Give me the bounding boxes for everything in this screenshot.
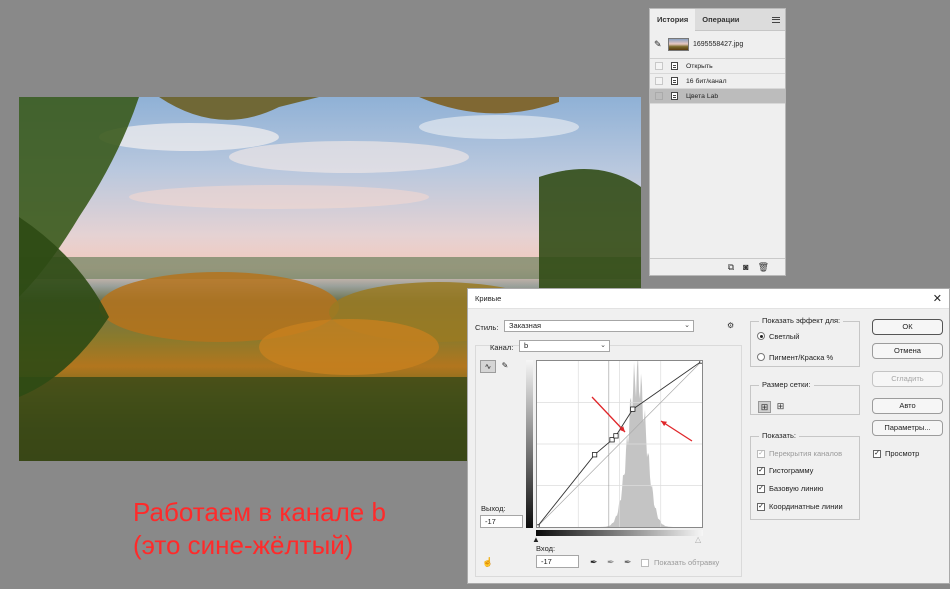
history-source-checkbox[interactable]	[655, 62, 663, 70]
style-value: Заказная	[509, 321, 542, 330]
channel-value: b	[524, 341, 529, 350]
preview-checkbox[interactable]: ✓	[873, 450, 881, 458]
curves-dialog: Кривые ✕ Стиль: Заказная ⌄ ⚙ Канал: b ⌄ …	[467, 288, 950, 584]
history-item-label: 16 бит/канал	[686, 77, 727, 85]
grid-lines	[536, 360, 703, 528]
pigment-radio[interactable]	[757, 353, 765, 361]
overlay-caption-line1: Работаем в канале b	[133, 497, 386, 527]
show-clipping-checkbox[interactable]	[641, 559, 649, 567]
style-label: Стиль:	[475, 323, 499, 332]
grid-fine-icon[interactable]: ⊞	[774, 401, 787, 413]
effect-group-title: Показать эффект для:	[759, 316, 844, 325]
curve-control-point	[699, 358, 705, 364]
input-label: Вход:	[536, 544, 556, 553]
chevron-down-icon: ⌄	[684, 322, 690, 329]
grid-size-title: Размер сетки:	[759, 380, 814, 389]
curve-svg[interactable]	[534, 355, 705, 530]
baseline-label: Базовую линию	[769, 484, 824, 493]
panel-menu-icon[interactable]	[772, 16, 780, 23]
history-item-label: Открыть	[686, 62, 713, 70]
history-item-16bit[interactable]: 16 бит/канал	[650, 74, 785, 89]
history-step-icon	[671, 92, 678, 100]
tab-actions[interactable]: Операции	[695, 9, 746, 31]
history-panel-footer: ⧉ ◙ 🗑	[650, 258, 785, 275]
gray-eyedropper-icon[interactable]: ✒	[607, 557, 615, 568]
history-item-open[interactable]: Открыть	[650, 59, 785, 74]
style-select[interactable]: Заказная ⌄	[504, 320, 694, 332]
black-point-slider-icon[interactable]: ▲	[532, 535, 540, 544]
white-eyedropper-icon[interactable]: ✒	[624, 557, 632, 568]
new-document-from-state-icon[interactable]: ⧉	[728, 262, 734, 273]
snapshot-thumbnail	[668, 38, 689, 51]
channel-select[interactable]: b ⌄	[519, 340, 610, 352]
pigment-radio-label: Пигмент/Краска %	[769, 353, 834, 362]
show-clipping-label: Показать обтравку	[654, 558, 720, 567]
input-gradient-bar	[536, 530, 703, 536]
intersection-lines-label: Координатные линии	[769, 502, 843, 511]
curve-control-point	[630, 406, 636, 412]
history-snapshot[interactable]: ✎ 1695558427.jpg	[650, 31, 785, 59]
dialog-title: Кривые	[475, 294, 502, 303]
histogram-label: Гистограмму	[769, 466, 814, 475]
on-image-adjust-hand-icon[interactable]: ☝	[482, 557, 493, 568]
smooth-button[interactable]: Сгладить	[872, 371, 943, 387]
chevron-down-icon: ⌄	[600, 342, 606, 349]
preview-label: Просмотр	[885, 449, 920, 458]
history-panel-tabs: История Операции	[650, 8, 785, 31]
history-panel: История Операции ✎ 1695558427.jpg Открыт…	[649, 8, 786, 276]
channel-label: Канал:	[490, 343, 514, 352]
curve-point-tool-icon[interactable]: ∿	[480, 360, 496, 373]
black-eyedropper-icon[interactable]: ✒	[590, 557, 598, 568]
channel-overlays-label: Перекрытия каналов	[769, 449, 843, 458]
channel-overlays-checkbox[interactable]: ✓	[757, 450, 765, 458]
history-item-lab-color[interactable]: Цвета Lab	[650, 89, 785, 104]
curve-control-point	[534, 524, 540, 530]
output-field[interactable]: -17	[480, 515, 523, 528]
pencil-icon[interactable]: ✎	[497, 360, 513, 373]
trash-icon[interactable]: 🗑	[758, 262, 769, 273]
camera-icon[interactable]: ◙	[743, 262, 748, 272]
snapshot-name: 1695558427.jpg	[693, 41, 744, 48]
cancel-button[interactable]: Отмена	[872, 343, 943, 359]
history-source-checkbox[interactable]	[655, 92, 663, 100]
intersection-lines-checkbox[interactable]: ✓	[757, 503, 765, 511]
dialog-titlebar[interactable]: Кривые ✕	[468, 289, 949, 309]
history-source-checkbox[interactable]	[655, 77, 663, 85]
ok-button[interactable]: ОК	[872, 319, 943, 335]
auto-button[interactable]: Авто	[872, 398, 943, 414]
overlay-caption: Работаем в канале b (это сине-жёлтый)	[133, 496, 386, 562]
curve-control-point	[613, 433, 619, 439]
history-step-icon	[671, 77, 678, 85]
options-button[interactable]: Параметры...	[872, 420, 943, 436]
light-radio-label: Светлый	[769, 332, 800, 341]
overlay-caption-line2: (это сине-жёлтый)	[133, 530, 354, 560]
gear-icon[interactable]: ⚙	[727, 321, 734, 330]
output-gradient-bar	[526, 360, 533, 528]
close-icon[interactable]: ✕	[933, 292, 942, 305]
output-label: Выход:	[481, 504, 506, 513]
show-group-title: Показать:	[759, 431, 799, 440]
baseline-checkbox[interactable]: ✓	[757, 485, 765, 493]
grid-coarse-icon[interactable]: ⊞	[758, 401, 771, 413]
history-item-label: Цвета Lab	[686, 92, 719, 100]
light-radio[interactable]	[757, 332, 765, 340]
histogram-checkbox[interactable]: ✓	[757, 467, 765, 475]
input-field[interactable]: -17	[536, 555, 579, 568]
curve-graph[interactable]	[534, 355, 705, 530]
white-point-slider-icon[interactable]: △	[695, 535, 701, 544]
curve-control-point	[591, 452, 598, 458]
tab-history[interactable]: История	[650, 8, 696, 31]
arrow-right	[660, 420, 693, 442]
history-brush-icon[interactable]: ✎	[654, 39, 666, 50]
history-step-icon	[671, 62, 678, 70]
